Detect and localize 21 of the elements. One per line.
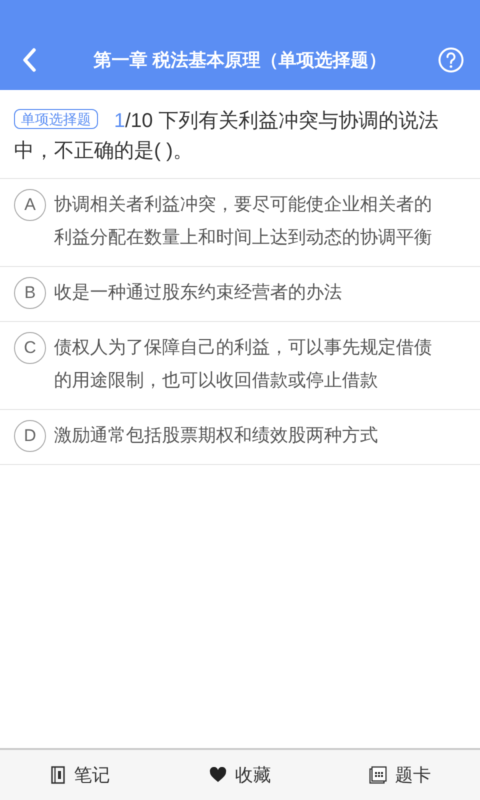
option-letter: B xyxy=(14,277,46,309)
notebook-icon xyxy=(50,766,66,784)
bottom-tab[interactable]: 收藏 xyxy=(160,750,320,800)
answer-option[interactable]: C 债权人为了保障自己的利益，可以事先规定借债的用途限制，也可以收回借款或停止借款 xyxy=(0,322,480,410)
answer-option[interactable]: B 收是一种通过股东约束经营者的办法 xyxy=(0,267,480,322)
answer-option[interactable]: A 协调相关者利益冲突，要尽可能使企业相关者的利益分配在数量上和时间上达到动态的协调平衡 xyxy=(0,179,480,267)
window-title: 第一章 税法基本原理（单项选择题） xyxy=(92,48,388,72)
help-button[interactable] xyxy=(438,47,464,73)
bottom-tab[interactable]: 笔记 xyxy=(0,750,160,800)
option-text: 协调相关者利益冲突，要尽可能使企业相关者的利益分配在数量上和时间上达到动态的协调平衡 xyxy=(54,193,433,249)
question-text: 单项选择题 1/10 下列有关利益冲突与协调的说法中，不正确的是( )。 xyxy=(14,108,440,164)
calendar-icon xyxy=(369,766,387,784)
heart-icon xyxy=(209,767,227,783)
bottom-tab[interactable]: 题卡 xyxy=(320,750,480,800)
option-letter: D xyxy=(14,420,46,452)
answer-option[interactable]: D 激励通常包括股票期权和绩效股两种方式 xyxy=(0,410,480,465)
option-text: 债权人为了保障自己的利益，可以事先规定借债的用途限制，也可以收回借款或停止借款 xyxy=(54,336,433,392)
option-text: 收是一种通过股东约束经营者的办法 xyxy=(54,281,343,304)
option-letter: A xyxy=(14,189,46,221)
option-letter: C xyxy=(14,332,46,364)
option-text: 激励通常包括股票期权和绩效股两种方式 xyxy=(54,424,379,447)
